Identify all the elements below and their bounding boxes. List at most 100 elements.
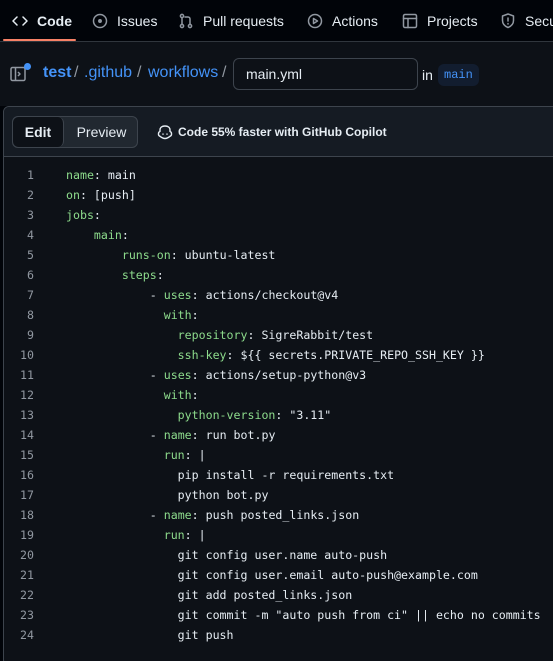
copilot-promo[interactable]: Code 55% faster with GitHub Copilot [157, 124, 387, 140]
code-text: pip install -r requirements.txt [66, 465, 394, 485]
code-plain: git config user.name auto-push [66, 548, 388, 562]
tab-security-label: Secu [525, 12, 553, 29]
breadcrumb: test / .github / workflows / in main [0, 42, 553, 106]
breadcrumb-github-link[interactable]: .github [84, 64, 132, 82]
line-number: 7 [27, 288, 34, 302]
tab-actions[interactable]: Actions [307, 0, 378, 41]
code-line: 10 ssh-key: ${{ secrets.PRIVATE_REPO_SSH… [4, 345, 553, 365]
yaml-key: uses [163, 368, 192, 382]
code-text: git push [66, 625, 234, 645]
code-plain: git commit -m "auto push from ci" || ech… [66, 608, 541, 622]
yaml-colon: : [191, 288, 199, 302]
yaml-value: actions/setup-python@v3 [198, 368, 367, 382]
line-number: 18 [20, 508, 34, 522]
tab-actions-label: Actions [332, 12, 378, 29]
preview-tab[interactable]: Preview [65, 117, 137, 147]
yaml-value: ubuntu-latest [177, 248, 276, 262]
yaml-key: python-version [66, 408, 276, 422]
edit-preview-toggle: Edit Preview [12, 116, 138, 148]
pull-request-icon [179, 13, 193, 28]
code-text: name: main [66, 165, 136, 185]
yaml-key: uses [163, 288, 192, 302]
branch-badge[interactable]: main [438, 64, 479, 86]
yaml-colon: : [184, 448, 192, 462]
yaml-colon: : [191, 308, 199, 322]
yaml-colon: : [191, 368, 199, 382]
filename-input[interactable] [233, 58, 418, 90]
line-number: 6 [27, 268, 34, 282]
code-line: 23 git commit -m "auto push from ci" || … [4, 605, 553, 625]
code-text: repository: SigreRabbit/test [66, 325, 373, 345]
code-text: run: | [66, 525, 206, 545]
yaml-colon: : [79, 188, 87, 202]
yaml-key: run [66, 448, 185, 462]
yaml-key: name [163, 508, 192, 522]
code-text: ssh-key: ${{ secrets.PRIVATE_REPO_SSH_KE… [66, 345, 485, 365]
editor-header: Edit Preview Code 55% faster with GitHub… [4, 107, 553, 157]
issue-icon [92, 13, 108, 28]
yaml-colon: : [226, 348, 234, 362]
repo-nav: Code Issues Pull requests Actions Projec… [0, 0, 553, 42]
yaml-value: SigreRabbit/test [254, 328, 374, 342]
code-text: git add posted_links.json [66, 585, 353, 605]
code-text: python bot.py [66, 485, 269, 505]
tab-issues[interactable]: Issues [92, 0, 157, 41]
yaml-colon: : [184, 528, 192, 542]
code-text: - uses: actions/checkout@v4 [66, 285, 339, 305]
code-text: on: [push] [66, 185, 136, 205]
code-line: 16 pip install -r requirements.txt [4, 465, 553, 485]
code-plain: git push [66, 628, 234, 642]
code-text: jobs: [66, 205, 101, 225]
code-text: git config user.name auto-push [66, 545, 387, 565]
edit-tab[interactable]: Edit [13, 117, 64, 147]
sidebar-toggle-button[interactable] [10, 63, 31, 82]
yaml-key: name [163, 428, 192, 442]
code-line: 21 git config user.email auto-push@examp… [4, 565, 553, 585]
breadcrumb-repo-link[interactable]: test [43, 64, 71, 82]
code-line: 24 git push [4, 625, 553, 645]
code-plain: git add posted_links.json [66, 588, 353, 602]
code-dash: - [66, 288, 164, 302]
yaml-colon: : [191, 388, 199, 402]
breadcrumb-separator: / [74, 64, 79, 81]
breadcrumb-separator: / [222, 64, 227, 81]
code-line: 2 on: [push] [4, 185, 553, 205]
tab-projects[interactable]: Projects [402, 0, 478, 41]
line-number: 10 [20, 348, 34, 362]
code-line: 5 runs-on: ubuntu-latest [4, 245, 553, 265]
code-plain: git config user.email auto-push@example.… [66, 568, 478, 582]
line-number: 15 [20, 448, 34, 462]
copilot-promo-label: Code 55% faster with GitHub Copilot [178, 125, 387, 139]
yaml-key: repository [66, 328, 248, 342]
line-number: 4 [27, 228, 34, 242]
line-number: 17 [20, 488, 34, 502]
code-dash: - [66, 508, 164, 522]
tab-pull-requests[interactable]: Pull requests [178, 0, 284, 41]
code-text: - name: push posted_links.json [66, 505, 359, 525]
line-number: 22 [20, 588, 34, 602]
code-text: git config user.email auto-push@example.… [66, 565, 478, 585]
code-line: 6 steps: [4, 265, 553, 285]
shield-icon [501, 12, 515, 28]
code-dash: - [66, 428, 164, 442]
code-plain: python bot.py [66, 488, 269, 502]
code-area[interactable]: 1 name: main 2 on: [push] 3 jobs: 4 main: 5 run… [4, 165, 553, 645]
code-text: with: [66, 305, 199, 325]
line-number: 2 [27, 188, 34, 202]
yaml-key: with [66, 388, 192, 402]
line-number: 3 [27, 208, 34, 222]
code-line: 13 python-version: "3.11" [4, 405, 553, 425]
line-number: 14 [20, 428, 34, 442]
tab-code[interactable]: Code [12, 0, 72, 41]
code-line: 4 main: [4, 225, 553, 245]
code-line: 7 - uses: actions/checkout@v4 [4, 285, 553, 305]
yaml-key: run [66, 528, 185, 542]
yaml-key: on [66, 188, 80, 202]
tab-code-label: Code [37, 12, 72, 29]
code-text: run: | [66, 445, 206, 465]
file-editor: Edit Preview Code 55% faster with GitHub… [3, 106, 553, 661]
code-text: - uses: actions/setup-python@v3 [66, 365, 366, 385]
yaml-key: with [66, 308, 192, 322]
breadcrumb-workflows-link[interactable]: workflows [148, 64, 218, 82]
tab-security[interactable]: Secu [500, 0, 553, 41]
